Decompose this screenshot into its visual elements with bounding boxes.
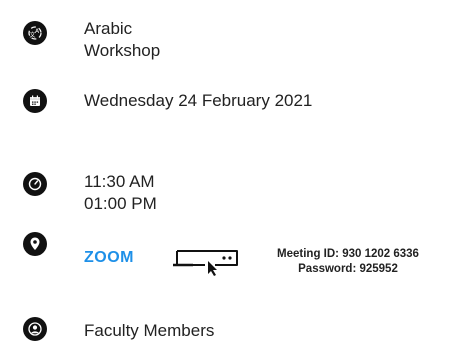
meeting-details: Meeting ID: 930 1202 6336 Password: 9259…	[258, 247, 438, 277]
event-start-time: 11:30 AM	[84, 172, 155, 191]
event-date: Wednesday 24 February 2021	[84, 91, 313, 110]
clock-icon	[23, 172, 47, 196]
meeting-password: Password: 925952	[298, 263, 398, 275]
zoom-link[interactable]: ZOOM	[84, 247, 134, 269]
translate-icon: 文 A	[23, 21, 47, 45]
map-pin-icon	[23, 232, 47, 256]
calendar-icon	[23, 89, 47, 113]
event-title: Arabic Workshop	[84, 18, 160, 62]
event-time: 11:30 AM 01:00 PM	[84, 171, 157, 215]
event-title-line2: Workshop	[84, 41, 161, 60]
laptop-click-icon	[173, 247, 241, 282]
event-end-time: 01:00 PM	[84, 194, 157, 213]
user-icon	[23, 317, 47, 341]
event-audience: Faculty Members	[84, 321, 215, 340]
meeting-id: Meeting ID: 930 1202 6336	[277, 248, 419, 260]
event-title-line1: Arabic	[84, 19, 133, 38]
